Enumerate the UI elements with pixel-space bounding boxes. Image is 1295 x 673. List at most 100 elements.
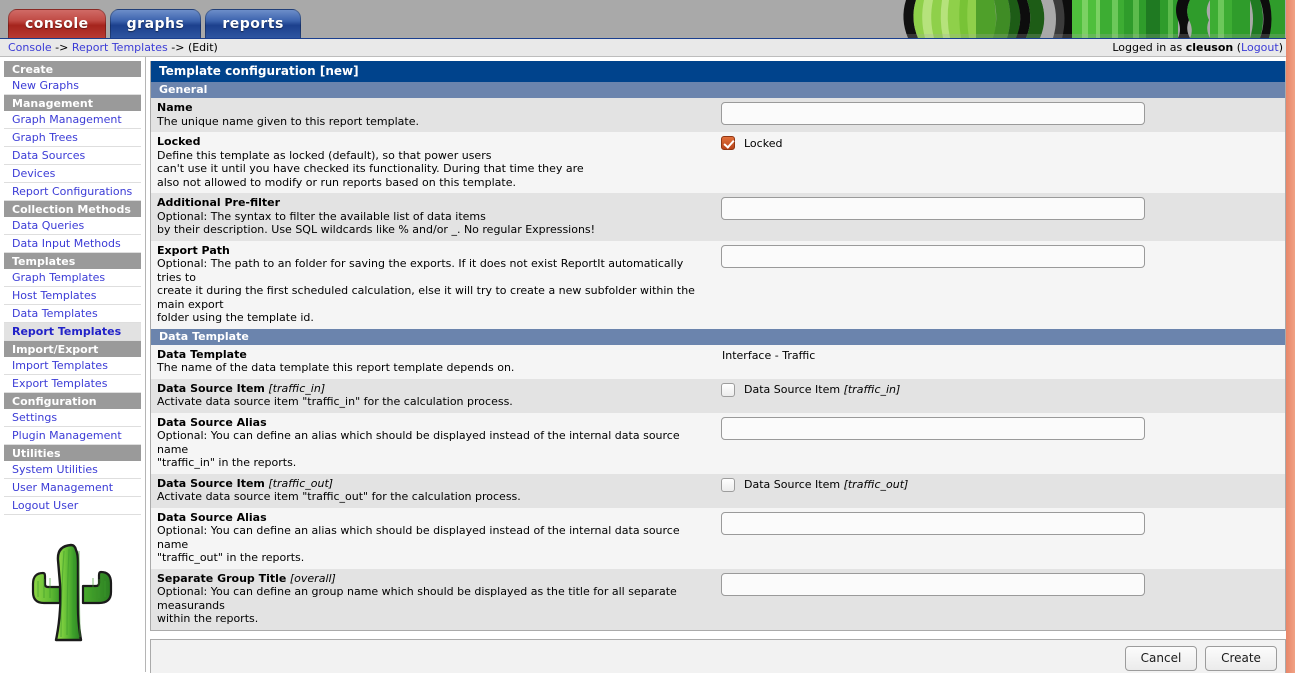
form-row-label-cell: Data Source Alias Optional: You can defin…	[151, 413, 719, 474]
breadcrumb-current: (Edit)	[187, 41, 218, 54]
tab-graphs[interactable]: graphs	[109, 9, 202, 38]
field-label: Additional Pre-filter	[157, 196, 711, 210]
field-label-text: Data Source Item	[157, 381, 265, 395]
field-description: Optional: The syntax to filter the avail…	[157, 209, 596, 237]
sidebar-item-graph-templates[interactable]: Graph Templates	[4, 269, 141, 287]
tab-reports[interactable]: reports	[205, 9, 301, 38]
checkbox-row[interactable]: Data Source Item [traffic_out]	[721, 477, 908, 492]
sidebar-item-devices[interactable]: Devices	[4, 165, 141, 183]
field-label-suffix: [traffic_in]	[264, 381, 326, 395]
input-name[interactable]	[721, 102, 1145, 125]
sidebar-group-import-export: Import/Export	[4, 341, 141, 357]
sidebar-item-user-management[interactable]: User Management	[4, 479, 141, 497]
field-label-text: Name	[157, 101, 193, 114]
sidebar-item-data-input-methods[interactable]: Data Input Methods	[4, 235, 141, 253]
breadcrumb-link-console[interactable]: Console	[8, 41, 52, 54]
form-row-label-cell: Name The unique name given to this report…	[151, 98, 719, 132]
form-row-control-cell	[719, 98, 1285, 129]
cactus-icon	[13, 537, 133, 645]
checkbox-label-text: Data Source Item	[744, 478, 844, 491]
form-row: Export Path Optional: The path to an fold…	[151, 240, 1285, 329]
field-label: Data Template	[157, 348, 711, 362]
checkbox-data-source-item[interactable]	[721, 477, 735, 492]
page-title: Template configuration [new]	[151, 61, 1285, 82]
form-row: Data Source Alias Optional: You can defin…	[151, 507, 1285, 569]
sidebar-item-host-templates[interactable]: Host Templates	[4, 287, 141, 305]
sidebar-item-report-templates[interactable]: Report Templates	[4, 323, 141, 341]
form-row: Data Template The name of the data templa…	[151, 344, 1285, 379]
right-edge-strip	[1286, 0, 1295, 673]
form-row-label-cell: Data Source Alias Optional: You can defin…	[151, 508, 719, 569]
field-label: Name	[157, 101, 711, 115]
field-label-text: Data Source Alias	[157, 415, 267, 429]
sidebar-group-utilities: Utilities	[4, 445, 141, 461]
create-button[interactable]: Create	[1205, 645, 1277, 671]
field-label-text: Data Template	[157, 347, 247, 361]
field-description: The unique name given to this report tem…	[157, 114, 420, 128]
cacti-banner-image	[890, 0, 1285, 38]
checkbox-label-text: Data Source Item	[744, 383, 844, 396]
checkbox-label-suffix: [traffic_in]	[843, 383, 901, 396]
input-additional-pre-filter[interactable]	[721, 197, 1145, 220]
form-row-control-cell	[719, 193, 1285, 224]
form-row-control-cell	[719, 241, 1285, 272]
sidebar-item-export-templates[interactable]: Export Templates	[4, 375, 141, 393]
main-tab-bar[interactable]: console graphs reports	[8, 9, 301, 38]
login-username: cleuson	[1185, 41, 1234, 54]
sidebar-item-system-utilities[interactable]: System Utilities	[4, 461, 141, 479]
form-row: Data Source Alias Optional: You can defin…	[151, 412, 1285, 474]
sidebar-item-graph-trees[interactable]: Graph Trees	[4, 129, 141, 147]
form-row-label-cell: Data Source Item [traffic_in] Activate da…	[151, 379, 719, 413]
logout-open-paren: (	[1233, 41, 1242, 54]
sidebar-item-graph-management[interactable]: Graph Management	[4, 111, 141, 129]
section-header-general: General	[151, 82, 1285, 98]
breadcrumb-separator-2: ->	[167, 41, 188, 54]
breadcrumb-separator-1: ->	[51, 41, 72, 54]
sidebar-item-import-templates[interactable]: Import Templates	[4, 357, 141, 375]
form-row-control-cell: Locked	[719, 132, 1285, 154]
checkbox-row[interactable]: Locked	[721, 136, 782, 150]
cancel-button[interactable]: Cancel	[1125, 645, 1197, 671]
sidebar-item-data-sources[interactable]: Data Sources	[4, 147, 141, 165]
form-row-label-cell: Additional Pre-filter Optional: The synta…	[151, 193, 719, 241]
sidebar-item-data-queries[interactable]: Data Queries	[4, 217, 141, 235]
sidebar-item-settings[interactable]: Settings	[4, 409, 141, 427]
section-header-data-template: Data Template	[151, 328, 1285, 345]
login-info: Logged in as cleuson (Logout)	[1112, 41, 1287, 54]
sidebar-item-logout-user[interactable]: Logout User	[4, 497, 141, 515]
field-label: Export Path	[157, 244, 711, 258]
input-export-path[interactable]	[721, 244, 1145, 268]
sidebar-item-new-graphs[interactable]: New Graphs	[4, 77, 141, 95]
breadcrumb-bar: Console -> Report Templates -> (Edit) Lo…	[0, 38, 1295, 57]
form-row-label-cell: Data Source Item [traffic_out] Activate d…	[151, 474, 719, 508]
breadcrumb: Console -> Report Templates -> (Edit)	[8, 41, 218, 54]
checkbox-label: Locked	[744, 137, 782, 150]
sidebar-item-plugin-management[interactable]: Plugin Management	[4, 427, 141, 445]
field-label: Data Source Item [traffic_out]	[157, 477, 711, 491]
sidebar-item-report-configurations[interactable]: Report Configurations	[4, 183, 141, 201]
form-row-control-cell: Interface - Traffic	[719, 345, 1285, 366]
form-row-control-cell: Data Source Item [traffic_out]	[719, 474, 1285, 496]
logout-link[interactable]: Logout	[1241, 41, 1279, 54]
input-data-source-alias[interactable]	[721, 416, 1145, 440]
input-data-source-alias[interactable]	[721, 511, 1145, 535]
sidebar-group-management: Management	[4, 95, 141, 111]
field-label: Data Source Alias	[157, 416, 711, 430]
form-row-control-cell	[719, 569, 1285, 600]
field-label-suffix: [traffic_out]	[264, 476, 334, 490]
checkbox-row[interactable]: Data Source Item [traffic_in]	[721, 382, 901, 397]
field-label-text: Export Path	[157, 243, 230, 257]
form-row-control-cell: Data Source Item [traffic_in]	[719, 379, 1285, 401]
breadcrumb-link-report-templates[interactable]: Report Templates	[72, 41, 168, 54]
checkbox-data-source-item[interactable]	[721, 382, 735, 397]
checkbox-locked[interactable]	[721, 136, 735, 150]
input-separate-group-title[interactable]	[721, 572, 1145, 596]
template-configuration-form: Template configuration [new] General Name…	[150, 61, 1286, 631]
field-label-text: Additional Pre-filter	[157, 196, 281, 209]
top-banner: console graphs reports	[0, 0, 1295, 38]
field-label-text: Separate Group Title	[157, 571, 287, 585]
sidebar-item-data-templates[interactable]: Data Templates	[4, 305, 141, 323]
field-description: Optional: You can define an group name w…	[157, 585, 677, 625]
form-row: Additional Pre-filter Optional: The synta…	[151, 193, 1285, 241]
tab-console[interactable]: console	[8, 9, 106, 38]
